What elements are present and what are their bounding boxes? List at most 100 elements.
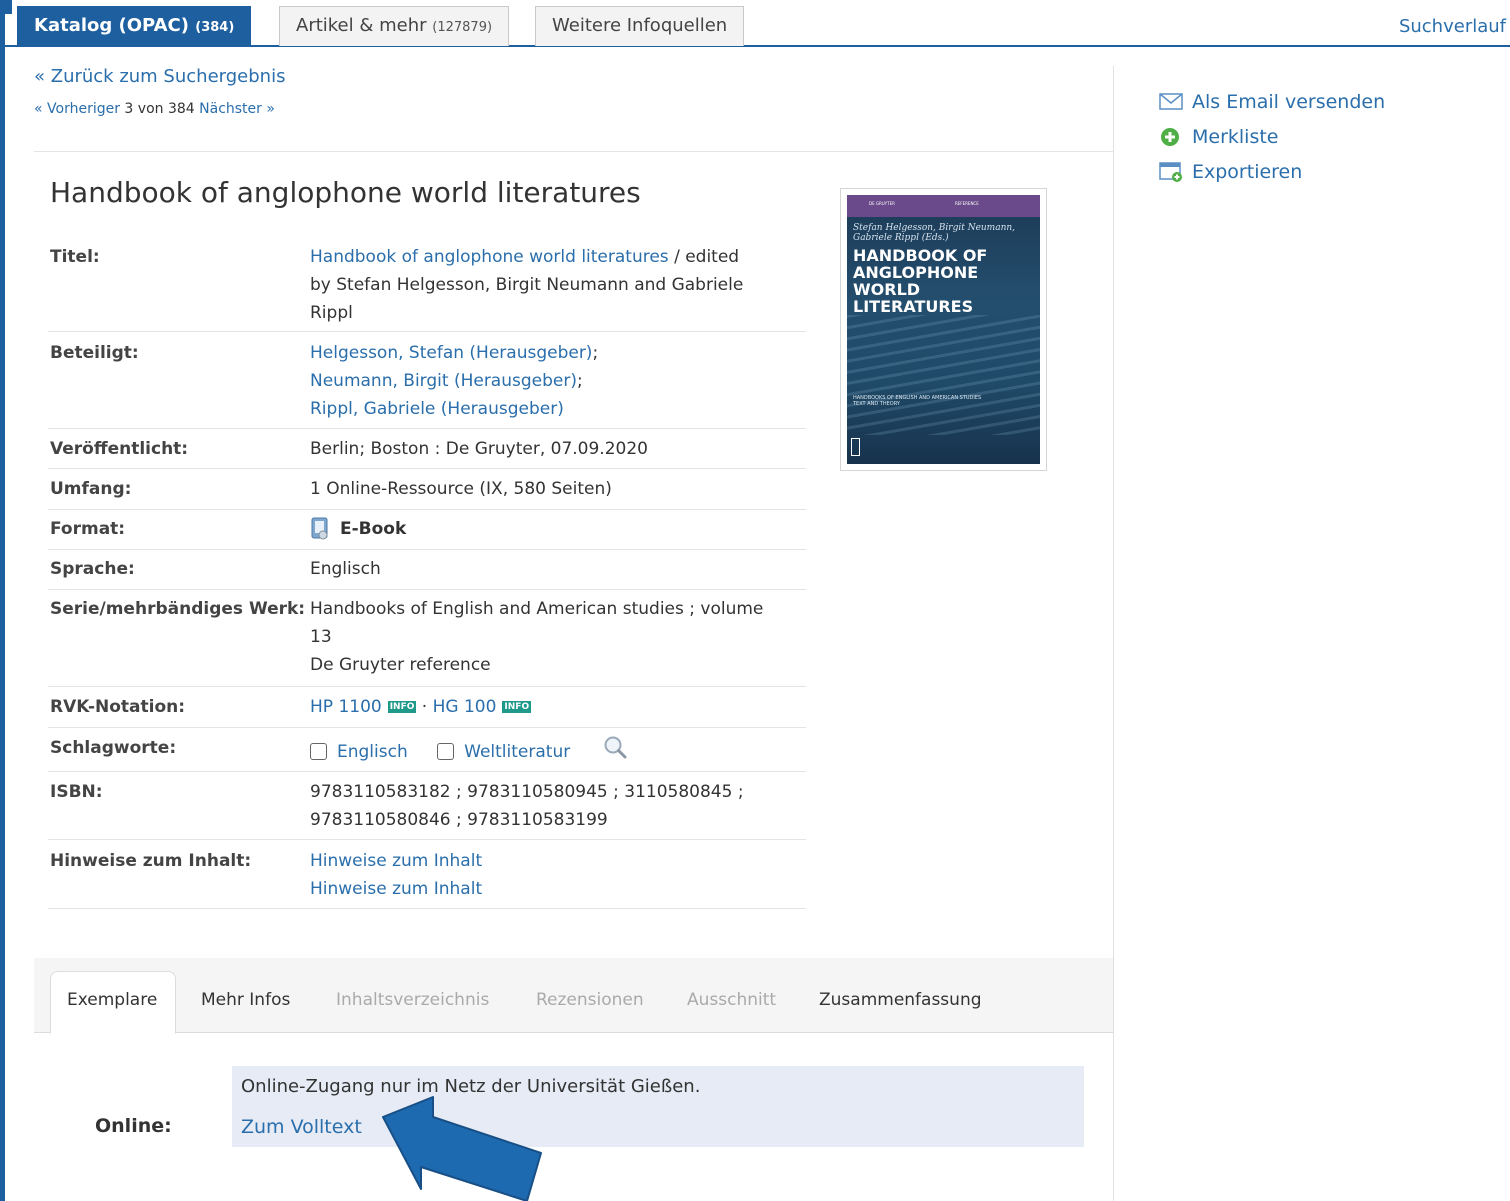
tab-count: (384) [195,20,235,35]
cover-publisher-band: DE GRUYTER REFERENCE [847,195,1040,217]
publisher-logo [851,438,860,456]
main-column-border [1113,66,1114,1201]
rvk-info-badge[interactable]: INFO [502,701,532,713]
sidebar-item-label: Exportieren [1192,160,1303,183]
detail-row-format: Format: E-Book [48,510,806,550]
sidebar-item-label: Als Email versenden [1192,90,1386,113]
tab-zusammenfassung[interactable]: Zusammenfassung [819,990,982,1010]
cover-series: HANDBOOKS OF ENGLISH AND AMERICAN STUDIE… [853,395,981,407]
detail-label: Veröffentlicht: [50,439,189,459]
magnifier-icon[interactable] [602,734,628,769]
tab-rezensionen[interactable]: Rezensionen [536,990,644,1010]
series-line: 13 [310,627,332,647]
add-circle-icon [1161,127,1179,146]
detail-value: 1 Online-Ressource (IX, 580 Seiten) [310,479,612,499]
record-tools-sidebar: Als Email versenden Merkliste Exportiere… [1159,84,1385,189]
format-value: E-Book [340,519,407,539]
detail-label: Serie/mehrbändiges Werk: [48,595,310,686]
rvk-info-badge[interactable]: INFO [387,701,417,713]
search-history-link[interactable]: Suchverlauf [1399,16,1506,37]
detail-value: Hinweise zum Inhalt Hinweise zum Inhalt [310,847,806,908]
tab-ausschnitt[interactable]: Ausschnitt [687,990,776,1010]
detail-value: Helgesson, Stefan (Herausgeber); Neumann… [310,339,806,428]
sidebar-item-label: Merkliste [1192,125,1279,148]
tab-katalog-opac[interactable]: Katalog (OPAC) (384) [17,6,252,46]
title-responsibility-line: Rippl [310,303,353,323]
detail-label: Schlagworte: [50,738,177,758]
contributor-link[interactable]: Helgesson, Stefan (Herausgeber) [310,343,592,363]
full-text-link[interactable]: Zum Volltext [241,1116,362,1138]
export-record-link[interactable]: Exportieren [1159,154,1385,189]
detail-row-serie: Serie/mehrbändiges Werk: Handbooks of En… [48,590,806,687]
cover-title: HANDBOOK OF ANGLOPHONE WORLD LITERATURES [853,247,987,315]
left-edge-strip [0,0,5,1201]
detail-value: Berlin; Boston : De Gruyter, 07.09.2020 [310,439,648,459]
separator: ; [592,343,599,363]
next-link[interactable]: Nächster » [199,101,275,117]
online-access-note: Online-Zugang nur im Netz der Universitä… [241,1076,701,1097]
detail-row-umfang: Umfang: 1 Online-Ressource (IX, 580 Seit… [48,469,806,510]
detail-row-isbn: ISBN: 9783110583182 ; 9783110580945 ; 31… [48,772,806,840]
divider [34,151,1114,152]
rvk-link[interactable]: HG 100 [433,697,497,717]
tab-exemplare[interactable]: Exemplare [67,990,157,1010]
save-to-list-link[interactable]: Merkliste [1159,119,1385,154]
cover-title-line: LITERATURES [853,297,974,316]
ebook-icon [310,517,332,541]
detail-label: Titel: [50,247,100,267]
content-notes-link[interactable]: Hinweise zum Inhalt [310,847,806,875]
book-cover[interactable]: DE GRUYTER REFERENCE Stefan Helgesson, B… [840,188,1047,471]
detail-label: Format: [50,519,126,539]
subject-checkbox[interactable] [437,743,455,760]
title-link[interactable]: Handbook of anglophone world literatures [310,247,669,267]
tab-label: Artikel & mehr [296,15,427,36]
detail-label-line: Serie/mehrbändiges [50,599,244,619]
subject-link[interactable]: Weltliteratur [464,742,570,762]
tab-mehr-infos[interactable]: Mehr Infos [201,990,290,1010]
detail-label: Umfang: [50,479,132,499]
title-responsibility: / edited [668,247,740,267]
detail-label: Beteiligt: [50,343,139,363]
detail-label: ISBN: [50,782,103,802]
cover-title-line: WORLD [853,280,921,299]
cover-title-line: ANGLOPHONE [853,263,979,282]
tab-label: Katalog (OPAC) [34,15,189,36]
subject-link[interactable]: Englisch [337,742,408,762]
separator: ; [576,371,583,391]
contributor-link[interactable]: Neumann, Birgit (Herausgeber) [310,371,577,391]
detail-label: Sprache: [50,559,135,579]
detail-value: Englisch [310,559,381,579]
detail-label: RVK-Notation: [50,697,186,717]
detail-row-veroeffentlicht: Veröffentlicht: Berlin; Boston : De Gruy… [48,429,806,469]
detail-row-hinweise: Hinweise zum Inhalt: Hinweise zum Inhalt… [48,840,806,909]
tab-weitere-infoquellen[interactable]: Weitere Infoquellen [535,6,745,46]
book-cover-image: DE GRUYTER REFERENCE Stefan Helgesson, B… [847,195,1040,464]
cover-authors-line: Gabriele Rippl (Eds.) [853,233,949,243]
email-record-link[interactable]: Als Email versenden [1159,84,1385,119]
detail-row-rvk: RVK-Notation: HP 1100 INFO · HG 100 INFO [48,687,806,728]
isbn-line: 9783110583182 ; 9783110580945 ; 31105808… [310,782,744,802]
tab-inhaltsverzeichnis[interactable]: Inhaltsverzeichnis [336,990,489,1010]
cover-imprint: REFERENCE [955,201,979,206]
email-icon [1159,92,1183,110]
detail-value: Handbook of anglophone world literatures… [310,243,806,331]
cover-publisher: DE GRUYTER [869,201,895,206]
content-notes-link[interactable]: Hinweise zum Inhalt [310,875,806,903]
previous-link[interactable]: « Vorheriger [34,101,120,117]
detail-value: Englisch Weltliteratur [310,734,806,771]
tab-artikel-mehr[interactable]: Artikel & mehr (127879) [279,6,510,46]
record-details-table: Titel: Handbook of anglophone world lite… [48,240,806,909]
subject-checkbox[interactable] [310,743,327,760]
detail-value: HP 1100 INFO · HG 100 INFO [310,693,806,727]
detail-value: 9783110583182 ; 9783110580945 ; 31105808… [310,778,806,839]
isbn-line: 9783110580846 ; 9783110583199 [310,810,608,830]
contributor-link[interactable]: Rippl, Gabriele (Herausgeber) [310,399,564,419]
cover-series-line: TEXT AND THEORY [853,401,900,407]
back-to-results-link[interactable]: « Zurück zum Suchergebnis [34,66,285,87]
detail-row-beteiligt: Beteiligt: Helgesson, Stefan (Herausgebe… [48,332,806,429]
pager-position: 3 von 384 [124,101,195,117]
tab-count: (127879) [432,20,493,35]
detail-row-schlagworte: Schlagworte: Englisch Weltliteratur [48,728,806,772]
detail-row-titel: Titel: Handbook of anglophone world lite… [48,240,806,332]
rvk-link[interactable]: HP 1100 [310,697,382,717]
